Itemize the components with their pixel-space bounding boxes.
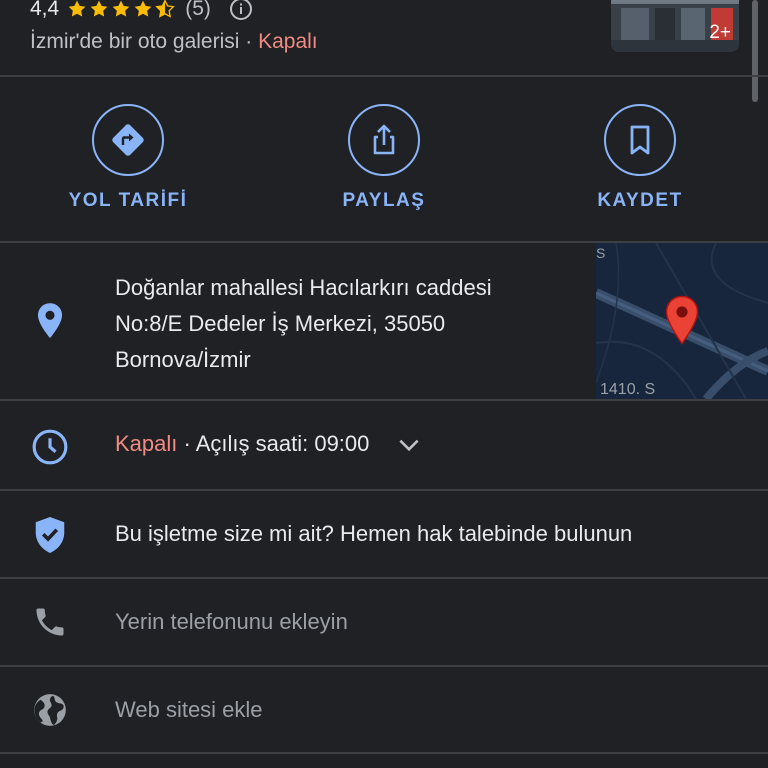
address-line-3: Bornova/İzmir (115, 347, 251, 372)
scrollbar[interactable] (752, 0, 758, 102)
hours-row[interactable]: Kapalı · Açılış saati: 09:00 (115, 431, 422, 458)
directions-label: YOL TARİFİ (68, 190, 188, 211)
map-thumbnail[interactable]: S 1410. S (596, 243, 768, 399)
divider (0, 399, 768, 401)
place-subtitle: İzmir'de bir oto galerisi · Kapalı (30, 30, 318, 54)
photo-count: 2+ (709, 22, 731, 43)
divider (0, 489, 768, 491)
bookmark-icon (630, 125, 650, 155)
clock-icon (30, 427, 70, 467)
opening-time: Açılış saati: 09:00 (195, 431, 370, 456)
verified-shield-icon (30, 515, 70, 555)
directions-icon (112, 124, 144, 156)
rating-row: 4,4 (5) (30, 0, 253, 26)
address-text[interactable]: Doğanlar mahallesi Hacılarkırı caddesi N… (115, 270, 492, 378)
divider (0, 75, 768, 77)
place-category: İzmir'de bir oto galerisi (30, 30, 240, 53)
directions-button[interactable]: YOL TARİFİ (28, 104, 228, 212)
directions-button-circle[interactable] (92, 104, 164, 176)
info-icon[interactable] (229, 0, 253, 21)
star-icon (112, 0, 130, 17)
divider (0, 752, 768, 754)
phone-icon (30, 602, 70, 642)
divider (0, 665, 768, 667)
review-count[interactable]: (5) (185, 0, 211, 21)
star-icon (68, 0, 86, 17)
star-icon (90, 0, 108, 17)
hours-separator: · (177, 431, 196, 456)
add-phone-link[interactable]: Yerin telefonunu ekleyin (115, 609, 348, 635)
save-button-circle[interactable] (604, 104, 676, 176)
separator: · (239, 30, 259, 53)
location-pin-icon (30, 301, 70, 341)
rating-value: 4,4 (30, 0, 60, 20)
address-line-1: Doğanlar mahallesi Hacılarkırı caddesi (115, 275, 492, 300)
photo-thumbnail[interactable]: 2+ (611, 0, 739, 52)
globe-icon (30, 690, 70, 730)
share-label: PAYLAŞ (342, 190, 426, 211)
add-website-link[interactable]: Web sitesi ekle (115, 697, 263, 723)
map-road-label: 1410. S (600, 381, 656, 398)
share-button-circle[interactable] (348, 104, 420, 176)
open-status: Kapalı (258, 30, 318, 53)
chevron-down-icon[interactable] (396, 432, 422, 458)
map-edge-label: S (596, 245, 606, 261)
claim-business-link[interactable]: Bu işletme size mi ait? Hemen hak talebi… (115, 521, 632, 547)
share-button[interactable]: PAYLAŞ (284, 104, 484, 212)
save-label: KAYDET (597, 190, 683, 211)
map-marker-icon (665, 295, 699, 345)
address-line-2: No:8/E Dedeler İş Merkezi, 35050 (115, 311, 446, 336)
share-icon (373, 124, 395, 155)
half-star-icon (155, 0, 175, 18)
star-rating (67, 0, 177, 19)
hours-status: Kapalı (115, 431, 178, 456)
star-icon (134, 0, 152, 17)
divider (0, 577, 768, 579)
save-button[interactable]: KAYDET (540, 104, 740, 212)
